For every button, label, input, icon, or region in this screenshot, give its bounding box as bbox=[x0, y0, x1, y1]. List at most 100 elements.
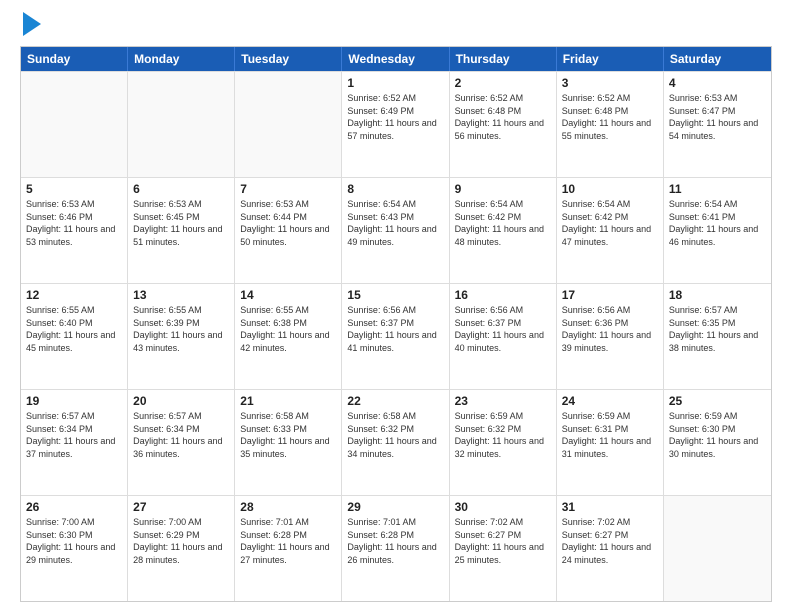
header bbox=[20, 16, 772, 36]
day-info: Sunrise: 6:54 AMSunset: 6:41 PMDaylight:… bbox=[669, 198, 766, 248]
calendar-header-day: Monday bbox=[128, 47, 235, 71]
day-number: 13 bbox=[133, 288, 229, 302]
day-info: Sunrise: 7:02 AMSunset: 6:27 PMDaylight:… bbox=[455, 516, 551, 566]
day-info: Sunrise: 6:54 AMSunset: 6:43 PMDaylight:… bbox=[347, 198, 443, 248]
day-number: 8 bbox=[347, 182, 443, 196]
calendar-header-day: Friday bbox=[557, 47, 664, 71]
day-number: 19 bbox=[26, 394, 122, 408]
calendar-cell bbox=[21, 72, 128, 177]
day-number: 24 bbox=[562, 394, 658, 408]
day-number: 4 bbox=[669, 76, 766, 90]
calendar-cell: 23 Sunrise: 6:59 AMSunset: 6:32 PMDayligh… bbox=[450, 390, 557, 495]
page: SundayMondayTuesdayWednesdayThursdayFrid… bbox=[0, 0, 792, 612]
day-info: Sunrise: 6:53 AMSunset: 6:44 PMDaylight:… bbox=[240, 198, 336, 248]
calendar-row: 1Sunrise: 6:52 AMSunset: 6:49 PMDaylight… bbox=[21, 71, 771, 177]
day-info: Sunrise: 7:00 AMSunset: 6:30 PMDaylight:… bbox=[26, 516, 122, 566]
calendar-cell: 15Sunrise: 6:56 AMSunset: 6:37 PMDayligh… bbox=[342, 284, 449, 389]
day-info: Sunrise: 6:56 AMSunset: 6:37 PMDaylight:… bbox=[347, 304, 443, 354]
calendar-cell: 19Sunrise: 6:57 AMSunset: 6:34 PMDayligh… bbox=[21, 390, 128, 495]
day-number: 17 bbox=[562, 288, 658, 302]
calendar-cell: 8 Sunrise: 6:54 AMSunset: 6:43 PMDaylight… bbox=[342, 178, 449, 283]
day-info: Sunrise: 6:53 AMSunset: 6:46 PMDaylight:… bbox=[26, 198, 122, 248]
day-number: 9 bbox=[455, 182, 551, 196]
logo-arrow-icon bbox=[23, 12, 41, 36]
day-number: 2 bbox=[455, 76, 551, 90]
day-info: Sunrise: 6:55 AMSunset: 6:40 PMDaylight:… bbox=[26, 304, 122, 354]
calendar-header-day: Wednesday bbox=[342, 47, 449, 71]
calendar-row: 26 Sunrise: 7:00 AMSunset: 6:30 PMDayligh… bbox=[21, 495, 771, 601]
day-number: 25 bbox=[669, 394, 766, 408]
day-number: 16 bbox=[455, 288, 551, 302]
calendar-header: SundayMondayTuesdayWednesdayThursdayFrid… bbox=[21, 47, 771, 71]
day-number: 31 bbox=[562, 500, 658, 514]
day-number: 14 bbox=[240, 288, 336, 302]
day-info: Sunrise: 7:00 AMSunset: 6:29 PMDaylight:… bbox=[133, 516, 229, 566]
day-number: 29 bbox=[347, 500, 443, 514]
day-info: Sunrise: 6:53 AMSunset: 6:47 PMDaylight:… bbox=[669, 92, 766, 142]
day-info: Sunrise: 6:59 AMSunset: 6:31 PMDaylight:… bbox=[562, 410, 658, 460]
day-info: Sunrise: 6:54 AMSunset: 6:42 PMDaylight:… bbox=[455, 198, 551, 248]
calendar: SundayMondayTuesdayWednesdayThursdayFrid… bbox=[20, 46, 772, 602]
calendar-cell: 4 Sunrise: 6:53 AMSunset: 6:47 PMDaylight… bbox=[664, 72, 771, 177]
calendar-cell bbox=[235, 72, 342, 177]
calendar-cell: 10 Sunrise: 6:54 AMSunset: 6:42 PMDayligh… bbox=[557, 178, 664, 283]
day-number: 26 bbox=[26, 500, 122, 514]
calendar-cell bbox=[128, 72, 235, 177]
day-info: Sunrise: 6:55 AMSunset: 6:38 PMDaylight:… bbox=[240, 304, 336, 354]
calendar-cell: 12 Sunrise: 6:55 AMSunset: 6:40 PMDayligh… bbox=[21, 284, 128, 389]
day-info: Sunrise: 6:59 AMSunset: 6:30 PMDaylight:… bbox=[669, 410, 766, 460]
day-number: 3 bbox=[562, 76, 658, 90]
day-number: 22 bbox=[347, 394, 443, 408]
day-number: 1 bbox=[347, 76, 443, 90]
calendar-cell: 9 Sunrise: 6:54 AMSunset: 6:42 PMDaylight… bbox=[450, 178, 557, 283]
day-number: 5 bbox=[26, 182, 122, 196]
calendar-cell: 20 Sunrise: 6:57 AMSunset: 6:34 PMDayligh… bbox=[128, 390, 235, 495]
day-number: 6 bbox=[133, 182, 229, 196]
calendar-cell: 11 Sunrise: 6:54 AMSunset: 6:41 PMDayligh… bbox=[664, 178, 771, 283]
day-number: 30 bbox=[455, 500, 551, 514]
day-info: Sunrise: 6:56 AMSunset: 6:36 PMDaylight:… bbox=[562, 304, 658, 354]
calendar-cell: 14 Sunrise: 6:55 AMSunset: 6:38 PMDayligh… bbox=[235, 284, 342, 389]
day-number: 11 bbox=[669, 182, 766, 196]
calendar-cell: 2 Sunrise: 6:52 AMSunset: 6:48 PMDaylight… bbox=[450, 72, 557, 177]
calendar-cell: 31 Sunrise: 7:02 AMSunset: 6:27 PMDayligh… bbox=[557, 496, 664, 601]
day-number: 28 bbox=[240, 500, 336, 514]
day-number: 20 bbox=[133, 394, 229, 408]
day-info: Sunrise: 6:57 AMSunset: 6:35 PMDaylight:… bbox=[669, 304, 766, 354]
day-info: Sunrise: 7:01 AMSunset: 6:28 PMDaylight:… bbox=[240, 516, 336, 566]
day-number: 7 bbox=[240, 182, 336, 196]
day-info: Sunrise: 6:58 AMSunset: 6:32 PMDaylight:… bbox=[347, 410, 443, 460]
day-number: 21 bbox=[240, 394, 336, 408]
logo bbox=[20, 16, 41, 36]
day-number: 23 bbox=[455, 394, 551, 408]
calendar-cell: 30 Sunrise: 7:02 AMSunset: 6:27 PMDayligh… bbox=[450, 496, 557, 601]
day-info: Sunrise: 7:01 AMSunset: 6:28 PMDaylight:… bbox=[347, 516, 443, 566]
calendar-cell: 21 Sunrise: 6:58 AMSunset: 6:33 PMDayligh… bbox=[235, 390, 342, 495]
calendar-header-day: Sunday bbox=[21, 47, 128, 71]
calendar-cell: 27Sunrise: 7:00 AMSunset: 6:29 PMDayligh… bbox=[128, 496, 235, 601]
calendar-row: 5 Sunrise: 6:53 AMSunset: 6:46 PMDaylight… bbox=[21, 177, 771, 283]
day-info: Sunrise: 7:02 AMSunset: 6:27 PMDaylight:… bbox=[562, 516, 658, 566]
calendar-cell: 13 Sunrise: 6:55 AMSunset: 6:39 PMDayligh… bbox=[128, 284, 235, 389]
calendar-cell: 17 Sunrise: 6:56 AMSunset: 6:36 PMDayligh… bbox=[557, 284, 664, 389]
day-info: Sunrise: 6:56 AMSunset: 6:37 PMDaylight:… bbox=[455, 304, 551, 354]
day-number: 10 bbox=[562, 182, 658, 196]
calendar-cell: 1Sunrise: 6:52 AMSunset: 6:49 PMDaylight… bbox=[342, 72, 449, 177]
calendar-cell: 25 Sunrise: 6:59 AMSunset: 6:30 PMDayligh… bbox=[664, 390, 771, 495]
calendar-row: 19 Sunrise: 6:57 AMSunset: 6:34 PMDayligh… bbox=[21, 389, 771, 495]
day-number: 12 bbox=[26, 288, 122, 302]
day-info: Sunrise: 6:53 AMSunset: 6:45 PMDaylight:… bbox=[133, 198, 229, 248]
day-info: Sunrise: 6:58 AMSunset: 6:33 PMDaylight:… bbox=[240, 410, 336, 460]
calendar-row: 12 Sunrise: 6:55 AMSunset: 6:40 PMDayligh… bbox=[21, 283, 771, 389]
calendar-cell: 22 Sunrise: 6:58 AMSunset: 6:32 PMDayligh… bbox=[342, 390, 449, 495]
day-info: Sunrise: 6:52 AMSunset: 6:48 PMDaylight:… bbox=[455, 92, 551, 142]
day-info: Sunrise: 6:59 AMSunset: 6:32 PMDaylight:… bbox=[455, 410, 551, 460]
calendar-header-day: Saturday bbox=[664, 47, 771, 71]
calendar-cell: 5 Sunrise: 6:53 AMSunset: 6:46 PMDaylight… bbox=[21, 178, 128, 283]
day-info: Sunrise: 6:57 AMSunset: 6:34 PMDaylight:… bbox=[133, 410, 229, 460]
calendar-cell: 29 Sunrise: 7:01 AMSunset: 6:28 PMDayligh… bbox=[342, 496, 449, 601]
day-info: Sunrise: 6:54 AMSunset: 6:42 PMDaylight:… bbox=[562, 198, 658, 248]
calendar-cell: 26 Sunrise: 7:00 AMSunset: 6:30 PMDayligh… bbox=[21, 496, 128, 601]
day-info: Sunrise: 6:55 AMSunset: 6:39 PMDaylight:… bbox=[133, 304, 229, 354]
day-info: Sunrise: 6:52 AMSunset: 6:48 PMDaylight:… bbox=[562, 92, 658, 142]
